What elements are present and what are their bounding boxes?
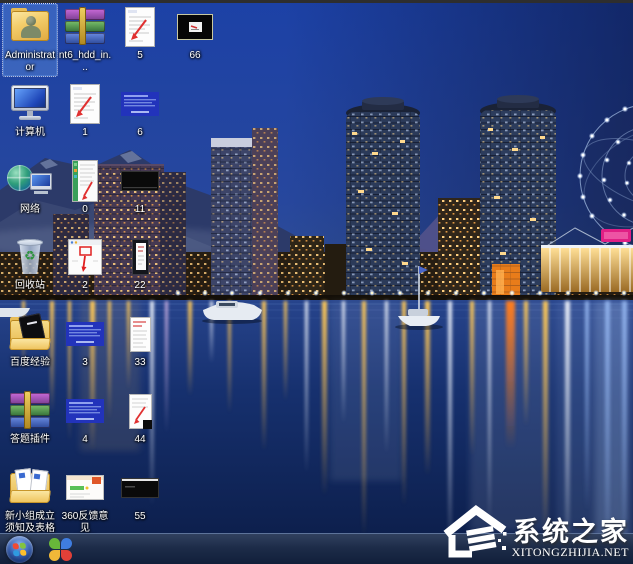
desktop-icon-recycle-bin[interactable]: ♻ 回收站 bbox=[3, 234, 57, 294]
desktop-icon-label: Administrator bbox=[3, 50, 57, 74]
desktop-icon-nt6-hdd-archive[interactable]: nt6_hdd_in... bbox=[58, 4, 112, 76]
desktop-icon-label: 66 bbox=[189, 50, 200, 62]
desktop-icon-label: 答题插件 bbox=[10, 434, 50, 446]
desktop-icon-computer[interactable]: 计算机 bbox=[3, 81, 57, 141]
start-button[interactable] bbox=[6, 536, 33, 563]
image-thumbnail-icon bbox=[125, 6, 155, 48]
desktop-icon-img-0[interactable]: 0 bbox=[58, 158, 112, 218]
desktop-icon-label: 22 bbox=[134, 280, 145, 292]
desktop-icon-label: 1 bbox=[82, 127, 88, 139]
desktop-icon-administrator[interactable]: Administrator bbox=[3, 4, 57, 76]
image-thumbnail-icon bbox=[72, 160, 98, 202]
desktop-icon-label: 11 bbox=[135, 204, 145, 216]
image-thumbnail-icon bbox=[130, 313, 151, 355]
desktop-icon-img-66[interactable]: 66 bbox=[168, 4, 222, 64]
image-thumbnail-icon bbox=[121, 160, 159, 202]
watermark-site-url: XITONGZHIJIA.NET bbox=[512, 545, 629, 560]
image-thumbnail-icon bbox=[66, 313, 104, 355]
pinwheel-app-icon bbox=[49, 538, 72, 561]
taskbar-app-pinwheel[interactable] bbox=[45, 536, 77, 563]
desktop-icon-label: 0 bbox=[82, 204, 88, 216]
desktop-icon-img-44[interactable]: 44 bbox=[113, 388, 167, 448]
image-thumbnail-icon bbox=[129, 390, 152, 432]
desktop-icon-label: nt6_hdd_in... bbox=[58, 50, 112, 74]
desktop-icon-label: 网络 bbox=[20, 204, 40, 216]
desktop-icon-label: 6 bbox=[137, 127, 143, 139]
baidu-folder-icon bbox=[6, 313, 54, 355]
desktop-icon-label: 回收站 bbox=[15, 280, 45, 292]
desktop-icon-img-3[interactable]: 3 bbox=[58, 311, 112, 371]
desktop-icon-label: 2 bbox=[82, 280, 88, 292]
desktop-icon-label: 新小组成立 须知及表格 bbox=[5, 511, 55, 535]
computer-icon bbox=[6, 83, 54, 125]
desktop-icon-img-4[interactable]: 4 bbox=[58, 388, 112, 448]
desktop-icon-img-2[interactable]: 2 bbox=[58, 234, 112, 294]
site-watermark: 系统之家 XITONGZHIJIA.NET bbox=[442, 504, 629, 560]
desktop-icon-img-6[interactable]: 6 bbox=[113, 81, 167, 141]
desktop-icon-img-33[interactable]: 33 bbox=[113, 311, 167, 371]
desktop-icon-img-5[interactable]: 5 bbox=[113, 4, 167, 64]
recycle-bin-icon: ♻ bbox=[6, 236, 54, 278]
image-thumbnail-icon bbox=[68, 236, 102, 278]
windows-logo-icon bbox=[13, 542, 27, 556]
desktop-icon-img-55[interactable]: 55 bbox=[113, 465, 167, 525]
image-thumbnail-icon bbox=[121, 83, 159, 125]
desktop-icon-datichajian[interactable]: 答题插件 bbox=[3, 388, 57, 448]
desktop-icon-label: 55 bbox=[134, 511, 145, 523]
desktop-icon-label: 计算机 bbox=[15, 127, 45, 139]
documents-folder-icon bbox=[6, 467, 54, 509]
desktop-icon-new-group-folder[interactable]: 新小组成立 须知及表格 bbox=[3, 465, 57, 537]
winrar-archive-icon bbox=[6, 390, 54, 432]
desktop-icon-img-1[interactable]: 1 bbox=[58, 81, 112, 141]
image-thumbnail-icon bbox=[132, 236, 149, 278]
desktop-icon-baidu-jingyan[interactable]: 百度经验 bbox=[3, 311, 57, 371]
desktop-icon-label: 33 bbox=[134, 357, 145, 369]
winrar-archive-icon bbox=[61, 6, 109, 48]
watermark-site-name: 系统之家 bbox=[513, 518, 629, 546]
desktop-icon-label: 3 bbox=[82, 357, 88, 369]
desktop-icon-img-11[interactable]: 11 bbox=[113, 158, 167, 218]
image-thumbnail-icon bbox=[66, 467, 104, 509]
desktop-icon-grid: Administratornt6_hdd_in... 5 66 计算机 1 6 网络 0 11 ♻… bbox=[0, 0, 633, 530]
image-thumbnail-icon bbox=[121, 467, 159, 509]
desktop-icon-label: 44 bbox=[134, 434, 145, 446]
network-icon bbox=[6, 160, 54, 202]
desktop-icon-network[interactable]: 网络 bbox=[3, 158, 57, 218]
house-logo-icon bbox=[442, 504, 508, 558]
desktop-icon-img-22[interactable]: 22 bbox=[113, 234, 167, 294]
desktop-icon-label: 4 bbox=[82, 434, 88, 446]
user-folder-icon bbox=[6, 6, 54, 48]
image-thumbnail-icon bbox=[66, 390, 104, 432]
image-thumbnail-icon bbox=[177, 6, 213, 48]
windows-desktop: Administratornt6_hdd_in... 5 66 计算机 1 6 网络 0 11 ♻… bbox=[0, 0, 633, 564]
desktop-icon-label: 百度经验 bbox=[10, 357, 50, 369]
image-thumbnail-icon bbox=[70, 83, 100, 125]
desktop-icon-label: 5 bbox=[137, 50, 143, 62]
